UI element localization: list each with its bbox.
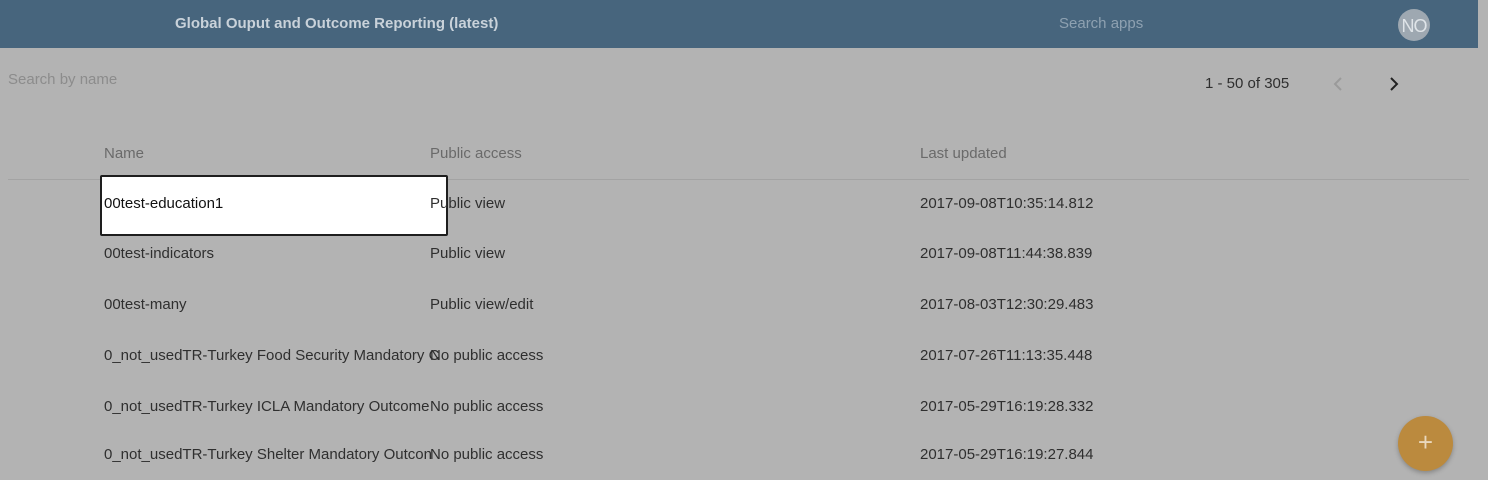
next-page-button[interactable] xyxy=(1382,72,1406,96)
row-name[interactable]: 0_not_usedTR-Turkey Shelter Mandatory Ou… xyxy=(104,430,444,480)
row-last-updated: 2017-08-03T12:30:29.483 xyxy=(920,296,1094,313)
search-apps-input[interactable]: Search apps xyxy=(1059,15,1143,32)
row-public-access: No public access xyxy=(430,446,544,463)
row-public-access: No public access xyxy=(430,398,544,415)
column-header-last-updated[interactable]: Last updated xyxy=(920,145,1007,162)
row-name[interactable]: 0_not_usedTR-Turkey Food Security Mandat… xyxy=(104,331,444,381)
row-last-updated: 2017-09-08T10:35:14.812 xyxy=(920,195,1094,212)
row-public-access: Public view xyxy=(430,195,506,212)
row-last-updated: 2017-07-26T11:13:35.448 xyxy=(920,347,1093,364)
avatar[interactable]: NO xyxy=(1398,9,1430,41)
row-name[interactable]: 00test-many xyxy=(104,280,444,330)
pagination-range: 1 - 50 of 305 xyxy=(1205,75,1290,92)
scrollbar-track[interactable] xyxy=(1478,0,1488,480)
chevron-left-icon xyxy=(1333,77,1342,91)
table-row[interactable]: 0_not_usedTR-Turkey Shelter Mandatory Ou… xyxy=(0,430,1478,480)
column-header-public-access[interactable]: Public access xyxy=(430,145,522,162)
row-last-updated: 2017-09-08T11:44:38.839 xyxy=(920,245,1093,262)
app-header: Global Ouput and Outcome Reporting (late… xyxy=(0,0,1478,48)
table-row[interactable]: 0_not_usedTR-Turkey Food Security Mandat… xyxy=(0,331,1478,381)
app-title[interactable]: Global Ouput and Outcome Reporting (late… xyxy=(175,15,498,32)
table-row[interactable]: 00test-many Public view/edit 2017-08-03T… xyxy=(0,280,1478,330)
previous-page-button[interactable] xyxy=(1326,72,1350,96)
column-header-name[interactable]: Name xyxy=(104,145,144,162)
row-public-access: Public view xyxy=(430,245,506,262)
row-name[interactable]: 0_not_usedTR-Turkey ICLA Mandatory Outco… xyxy=(104,382,444,432)
table-row[interactable]: 0_not_usedTR-Turkey ICLA Mandatory Outco… xyxy=(0,382,1478,432)
row-name[interactable]: 00test-indicators xyxy=(104,229,444,279)
add-app-button[interactable]: + xyxy=(1398,416,1453,471)
row-name[interactable]: 00test-education1 xyxy=(104,179,444,229)
plus-icon: + xyxy=(1417,427,1434,457)
row-public-access: Public view/edit xyxy=(430,296,534,313)
row-last-updated: 2017-05-29T16:19:28.332 xyxy=(920,398,1094,415)
table-row[interactable]: 00test-education1 Public view 2017-09-08… xyxy=(0,179,1478,229)
row-last-updated: 2017-05-29T16:19:27.844 xyxy=(920,446,1094,463)
chevron-right-icon xyxy=(1390,77,1399,91)
table-row[interactable]: 00test-indicators Public view 2017-09-08… xyxy=(0,229,1478,279)
search-by-name-input[interactable]: Search by name xyxy=(8,71,117,88)
row-public-access: No public access xyxy=(430,347,544,364)
